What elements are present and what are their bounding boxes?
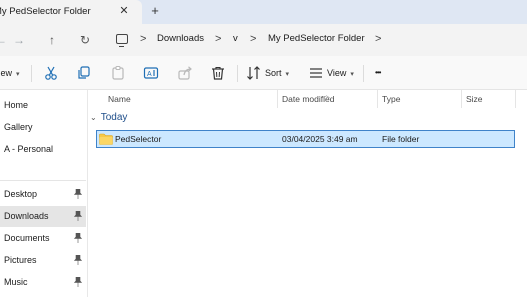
command-bar: New▾ A Sort▾ View▾ [0,56,527,90]
sort-button-label: Sort [265,68,282,78]
up-button[interactable]: ↑ [43,31,61,49]
tab-bar: My PedSelector Folder ✕ + [0,0,527,24]
sidebar-item-label: Documents [4,233,50,243]
chevron-down-icon: ▾ [16,71,20,78]
sidebar-item-label: Pictures [4,255,37,265]
sidebar-item-music[interactable]: Music [0,272,86,293]
folder-icon [99,133,113,145]
toolbar-divider [363,65,364,82]
refresh-button[interactable]: ↻ [76,31,94,49]
sidebar-item-pictures[interactable]: Pictures [0,250,86,271]
file-name: PedSelector [115,134,162,144]
pin-icon[interactable] [74,255,82,265]
sidebar-item-downloads[interactable]: Downloads [0,206,86,227]
column-divider[interactable] [515,90,516,108]
breadcrumb-separator[interactable]: > [250,32,256,46]
forward-button[interactable]: → [10,31,28,49]
file-list: Name ︿ Date modified Type Size ⌄ Today Pe… [88,90,527,297]
toolbar-divider [237,65,238,82]
pin-icon[interactable] [74,233,82,243]
column-header-type[interactable]: Type [382,94,400,104]
sidebar-divider [0,180,86,181]
pin-icon[interactable] [74,211,82,221]
sidebar-item-desktop[interactable]: Desktop [0,184,86,205]
column-divider[interactable] [377,90,378,108]
column-divider[interactable] [461,90,462,108]
breadcrumb-my-pedselector-folder[interactable]: My PedSelector Folder [268,33,365,44]
chevron-down-icon: ▾ [350,71,354,78]
more-options-icon[interactable]: ••• [375,66,381,80]
navigation-bar: ← → ↑ ↻ > Downloads > v > My PedSelector… [0,24,527,56]
file-type: File folder [382,134,420,144]
pin-icon[interactable] [74,277,82,287]
cut-icon[interactable] [43,65,59,81]
rename-icon[interactable]: A [143,65,159,81]
new-button-label: New [0,68,13,78]
sidebar-item-label: Home [4,100,29,110]
sidebar-item-label: Music [4,277,28,287]
table-row[interactable]: PedSelector 03/04/2025 3:49 am File fold… [96,130,515,148]
tab-title: My PedSelector Folder [0,6,91,17]
sidebar-item-label: A - Personal [4,144,54,154]
new-tab-button[interactable]: + [148,3,162,19]
pin-icon[interactable] [74,189,82,199]
sidebar-item-label: Gallery [4,122,33,132]
close-tab-icon[interactable]: ✕ [117,3,131,19]
toolbar-divider [31,65,32,82]
address-bar[interactable]: > Downloads > v > My PedSelector Folder … [108,28,527,52]
back-button[interactable]: ← [0,31,10,49]
sidebar-item-a-personal[interactable]: A - Personal [0,139,86,160]
share-icon[interactable] [177,65,193,81]
chevron-down-icon: ▾ [285,71,290,78]
breadcrumb-separator[interactable]: > [375,32,381,46]
column-header-date-modified[interactable]: Date modified [282,94,334,104]
view-button[interactable]: View ▾ [327,66,354,80]
delete-icon[interactable] [210,65,226,81]
breadcrumb-separator[interactable]: > [215,32,221,46]
chevron-down-icon: ⌄ [90,113,97,122]
sort-icon[interactable] [246,65,262,81]
sidebar-item-home[interactable]: Home [0,95,86,116]
breadcrumb-v[interactable]: v [233,33,238,44]
navigation-pane: Home Gallery A - Personal Desktop Downlo… [0,90,88,297]
column-divider[interactable] [277,90,278,108]
sidebar-item-documents[interactable]: Documents [0,228,86,249]
new-button[interactable]: New▾ [0,66,20,80]
column-header-size[interactable]: Size [466,94,483,104]
group-label: Today [100,112,128,123]
sort-button[interactable]: Sort ▾ [265,66,289,80]
tab-my-pedselector-folder[interactable]: My PedSelector Folder ✕ [0,0,142,24]
view-icon[interactable] [308,65,324,81]
paste-icon[interactable] [110,65,126,81]
sidebar-item-label: Desktop [4,189,38,199]
svg-text:A: A [147,71,152,78]
view-button-label: View [327,68,347,78]
group-header-today[interactable]: ⌄ Today [90,112,127,126]
sidebar-item-gallery[interactable]: Gallery [0,117,86,138]
monitor-icon[interactable] [116,34,128,47]
breadcrumb-downloads[interactable]: Downloads [157,33,204,44]
file-date-modified: 03/04/2025 3:49 am [282,134,358,144]
column-header-name[interactable]: Name [108,94,131,104]
breadcrumb-separator[interactable]: > [140,32,146,46]
copy-icon[interactable] [76,65,92,81]
sidebar-item-label: Downloads [4,211,49,221]
